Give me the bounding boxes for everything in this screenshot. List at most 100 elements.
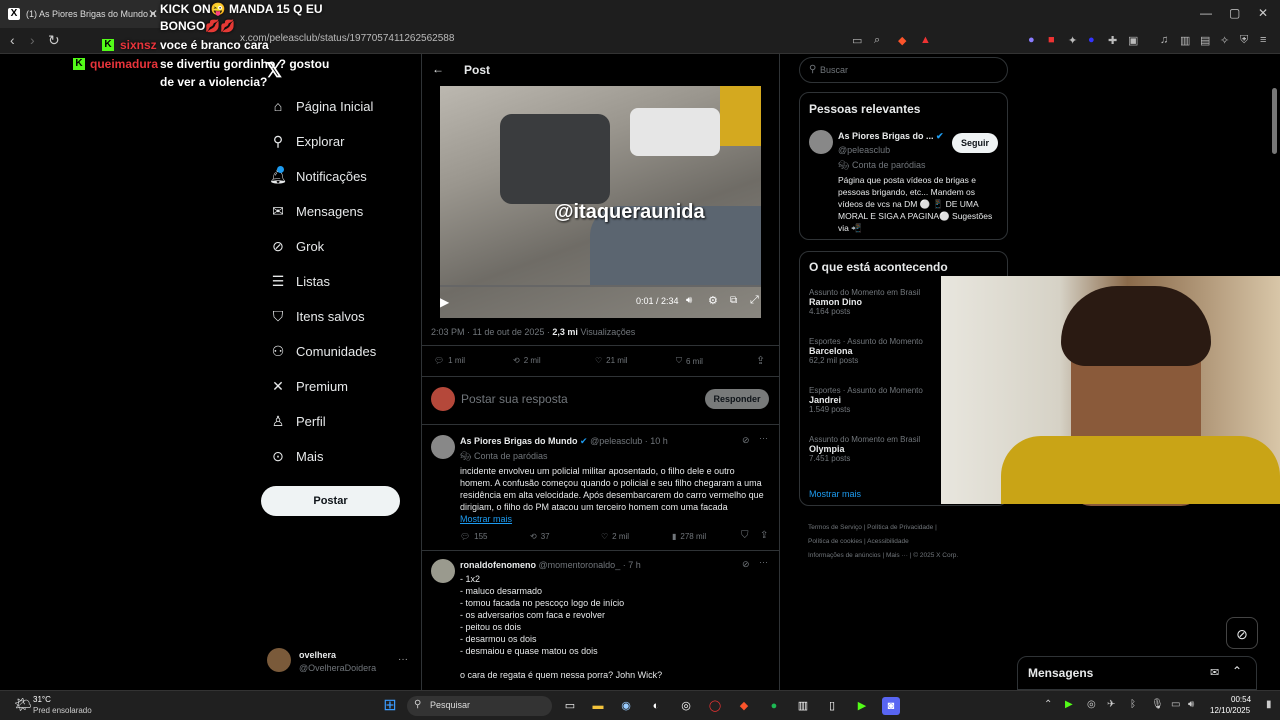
- extension-icon[interactable]: ●: [1028, 34, 1035, 46]
- trend-item[interactable]: Assunto do Momento em Brasil Olympia 7.4…: [809, 435, 920, 463]
- app-icon[interactable]: ▥: [794, 697, 812, 715]
- volume-icon[interactable]: 🔊︎: [1188, 699, 1194, 710]
- fullscreen-icon[interactable]: ⤢: [750, 294, 759, 307]
- repost-action[interactable]: ⟲ 37: [530, 532, 550, 541]
- avatar[interactable]: [431, 435, 455, 459]
- opera-icon[interactable]: ◯: [706, 697, 724, 715]
- volume-icon[interactable]: 🔊︎: [686, 295, 692, 306]
- clock-date[interactable]: 12/10/2025: [1210, 706, 1250, 715]
- brave-shield-icon[interactable]: ◆: [898, 34, 906, 47]
- sidebar-item-explore[interactable]: ⚲ Explorar: [268, 133, 345, 150]
- file-explorer-icon[interactable]: ▬: [589, 697, 607, 715]
- bluetooth-icon[interactable]: ᛒ: [1130, 699, 1136, 710]
- maximize-icon[interactable]: ▢: [1229, 6, 1240, 20]
- reply-action[interactable]: 💬︎ 1 mil: [434, 356, 465, 365]
- grok-float-icon[interactable]: ⊘: [1226, 617, 1258, 649]
- sidebar-item-profile[interactable]: ♙ Perfil: [268, 413, 326, 430]
- expand-icon[interactable]: ⌃: [1232, 664, 1242, 678]
- trend-item[interactable]: Assunto do Momento em Brasil Ramon Dino …: [809, 288, 920, 316]
- footer-link[interactable]: Termos de Serviço: [808, 524, 862, 531]
- search-box[interactable]: ⚲ Buscar: [799, 57, 1008, 83]
- sidebar-item-home[interactable]: ⌂ Página Inicial: [268, 98, 374, 114]
- scrollbar-thumb[interactable]: [1272, 88, 1277, 154]
- discord-icon[interactable]: ◙: [882, 697, 900, 715]
- mic-icon[interactable]: 🎙︎: [1151, 699, 1164, 710]
- spotify-icon[interactable]: ●: [765, 697, 783, 715]
- tab-close-icon[interactable]: ✕: [148, 7, 158, 21]
- follow-button[interactable]: Seguir: [952, 133, 998, 153]
- steam-icon[interactable]: ◉: [617, 697, 635, 715]
- footer-link[interactable]: Política de cookies: [808, 538, 862, 545]
- vpn-icon[interactable]: ⛨: [1240, 34, 1248, 47]
- document-icon[interactable]: ▯: [823, 697, 841, 715]
- back-arrow-icon[interactable]: ←: [432, 62, 444, 76]
- like-action[interactable]: ♡ 21 mil: [595, 356, 628, 365]
- close-window-icon[interactable]: ✕: [1258, 6, 1268, 20]
- bookmark-icon[interactable]: ⛉: [741, 530, 749, 541]
- sidebar-icon[interactable]: ▥: [1180, 34, 1190, 47]
- repost-action[interactable]: ⟲ 2 mil: [513, 356, 541, 365]
- more-options-icon[interactable]: ···: [759, 557, 768, 567]
- avatar[interactable]: [809, 130, 833, 154]
- kick-app-icon[interactable]: ▶: [853, 697, 871, 715]
- cast-icon[interactable]: ▭: [852, 34, 862, 47]
- sidebar-item-bookmarks[interactable]: ⛉ Itens salvos: [268, 308, 365, 325]
- github-icon[interactable]: ◎: [677, 697, 695, 715]
- sidebar-item-lists[interactable]: ☰ Listas: [268, 273, 330, 290]
- puzzle-icon[interactable]: ✚: [1108, 34, 1117, 47]
- app-icon[interactable]: ◐: [647, 697, 665, 715]
- video-player[interactable]: @itaqueraunida ▶ 0:01 / 2:34 🔊︎ ⚙ ⧉ ⤢: [440, 86, 761, 318]
- notification-center-icon[interactable]: ▮: [1266, 699, 1272, 710]
- minimize-icon[interactable]: —: [1200, 6, 1212, 20]
- x-logo-icon[interactable]: 𝕏: [266, 58, 282, 83]
- account-menu-icon[interactable]: ···: [398, 654, 408, 665]
- tray-icon[interactable]: ◎: [1087, 699, 1096, 710]
- sidebar-item-more[interactable]: ⊙ Mais: [268, 448, 323, 465]
- ai-icon[interactable]: ✧: [1220, 34, 1229, 47]
- tray-icon[interactable]: ▶: [1065, 699, 1073, 710]
- footer-link[interactable]: Política de Privacidade: [867, 524, 933, 531]
- messages-drawer[interactable]: Mensagens ✉ ⌃: [1017, 656, 1257, 690]
- tray-expand-icon[interactable]: ⌃: [1044, 699, 1052, 710]
- views-action[interactable]: ▮ 278 mil: [672, 532, 706, 541]
- extension-icon[interactable]: ✦: [1068, 34, 1077, 47]
- grok-icon[interactable]: ⊘: [742, 435, 750, 446]
- pip-icon[interactable]: ⧉: [730, 295, 737, 306]
- settings-icon[interactable]: ⚙: [708, 294, 718, 307]
- extension-icon[interactable]: ▣: [1128, 34, 1138, 47]
- clock-time[interactable]: 00:54: [1231, 695, 1251, 704]
- footer-link[interactable]: Informações de anúncios: [808, 552, 881, 559]
- video-progress-track[interactable]: [440, 285, 761, 287]
- search-input[interactable]: Buscar: [820, 65, 848, 75]
- taskbar-search[interactable]: ⚲ Pesquisar: [407, 696, 552, 716]
- sidebar-item-premium[interactable]: ✕ Premium: [268, 378, 348, 395]
- profile-name[interactable]: As Piores Brigas do ... ✔: [838, 131, 944, 142]
- media-icon[interactable]: ♫: [1160, 34, 1168, 46]
- sidebar-item-grok[interactable]: ⊘ Grok: [268, 238, 324, 255]
- browser-tab[interactable]: X (1) As Piores Brigas do Mundo n: [0, 0, 160, 28]
- show-more-link[interactable]: Mostrar mais: [460, 514, 512, 524]
- more-options-icon[interactable]: ···: [759, 433, 768, 443]
- reply-author[interactable]: ronaldofenomeno: [460, 560, 536, 570]
- play-icon[interactable]: ▶: [440, 295, 449, 309]
- brave-icon[interactable]: ◆: [735, 697, 753, 715]
- network-icon[interactable]: ▭: [1171, 699, 1180, 710]
- tray-icon[interactable]: ✈: [1107, 699, 1115, 710]
- new-message-icon[interactable]: ✉: [1210, 666, 1219, 679]
- reply-input[interactable]: Postar sua resposta: [461, 392, 568, 406]
- reply-author[interactable]: As Piores Brigas do Mundo: [460, 436, 578, 446]
- footer-link[interactable]: Mais ···: [886, 552, 908, 559]
- avatar[interactable]: [267, 648, 291, 672]
- grok-icon[interactable]: ⊘: [742, 559, 750, 570]
- show-more-link[interactable]: Mostrar mais: [809, 489, 861, 499]
- task-view-icon[interactable]: ▭: [561, 697, 579, 715]
- back-icon[interactable]: ‹: [10, 32, 15, 48]
- share-icon[interactable]: ⇪: [756, 354, 765, 367]
- trend-item[interactable]: Esportes · Assunto do Momento Barcelona …: [809, 337, 923, 365]
- post-button[interactable]: Postar: [261, 486, 400, 516]
- avatar[interactable]: [431, 559, 455, 583]
- reply-button[interactable]: Responder: [705, 389, 769, 409]
- windows-start-icon[interactable]: ⊞: [381, 697, 399, 715]
- reload-icon[interactable]: ↻: [48, 32, 60, 49]
- sidebar-item-communities[interactable]: ⚇ Comunidades: [268, 343, 377, 360]
